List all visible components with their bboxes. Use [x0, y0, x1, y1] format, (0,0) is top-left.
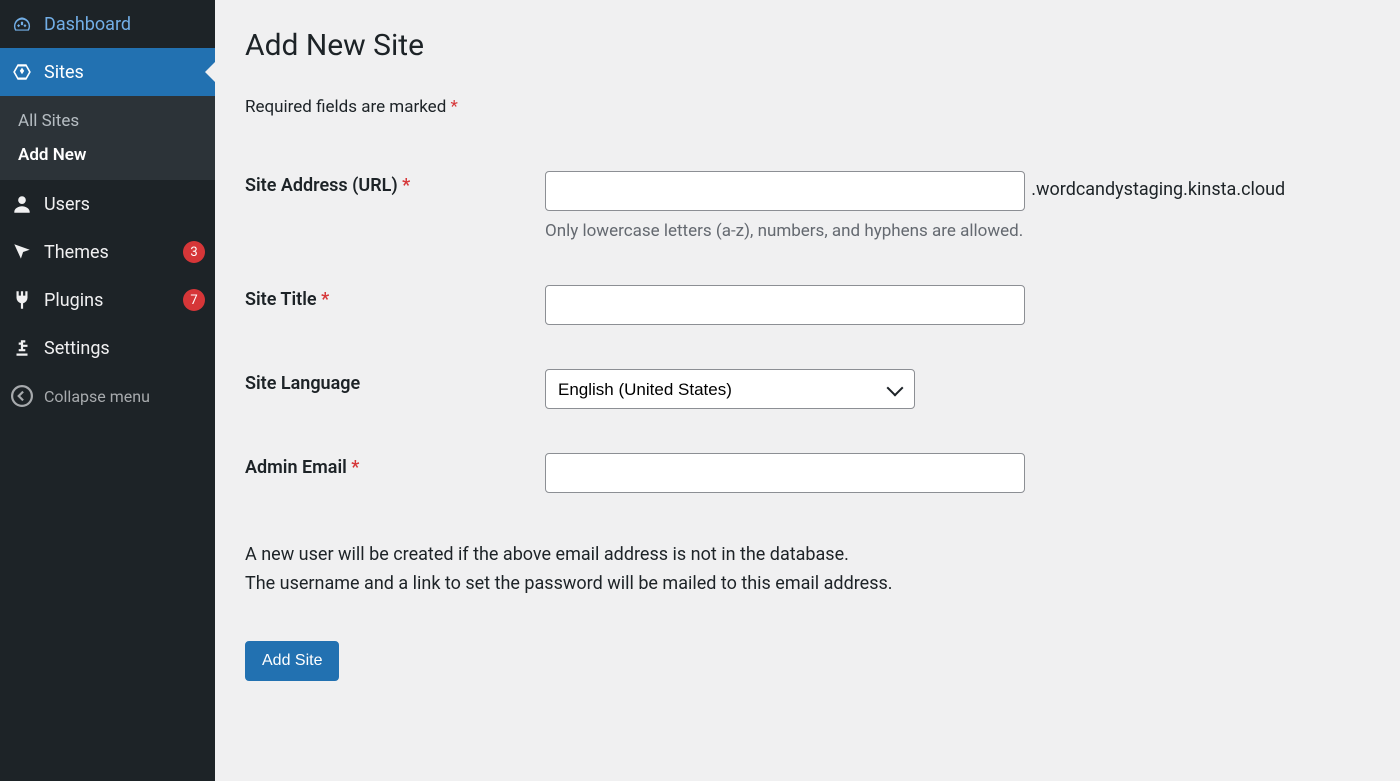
sidebar-item-label: Users [44, 194, 205, 215]
admin-sidebar: Dashboard Sites All Sites Add New Users [0, 0, 215, 781]
sidebar-submenu-sites: All Sites Add New [0, 96, 215, 180]
sidebar-item-settings[interactable]: Settings [0, 324, 215, 372]
site-language-select[interactable]: English (United States) [545, 369, 915, 409]
label-admin-email: Admin Email * [245, 437, 545, 521]
submenu-item-all-sites[interactable]: All Sites [0, 104, 215, 138]
page-title: Add New Site [245, 28, 1380, 63]
required-star: * [451, 97, 458, 117]
sidebar-item-dashboard[interactable]: Dashboard [0, 0, 215, 48]
sidebar-item-label: Plugins [44, 290, 171, 311]
info-block: A new user will be created if the above … [245, 541, 1380, 599]
required-note-text: Required fields are marked [245, 97, 446, 117]
collapse-label: Collapse menu [44, 387, 205, 406]
label-text: Admin Email [245, 457, 347, 478]
submenu-item-label: All Sites [18, 111, 79, 131]
users-icon [10, 192, 34, 216]
sidebar-item-plugins[interactable]: Plugins 7 [0, 276, 215, 324]
required-star: * [351, 457, 359, 478]
site-address-input[interactable] [545, 171, 1025, 211]
sidebar-item-label: Dashboard [44, 14, 205, 35]
domain-suffix: .wordcandystaging.kinsta.cloud [1031, 179, 1285, 200]
themes-icon [10, 240, 34, 264]
required-star: * [402, 175, 410, 196]
required-star: * [321, 289, 329, 310]
label-site-address: Site Address (URL) * [245, 155, 545, 269]
sidebar-item-sites[interactable]: Sites [0, 48, 215, 96]
label-site-language: Site Language [245, 353, 545, 437]
form-table: Site Address (URL) * .wordcandystaging.k… [245, 155, 1380, 521]
sidebar-item-label: Settings [44, 338, 205, 359]
plugins-icon [10, 288, 34, 312]
sidebar-item-collapse[interactable]: Collapse menu [0, 372, 215, 420]
info-line-2: The username and a link to set the passw… [245, 570, 1380, 599]
sidebar-item-users[interactable]: Users [0, 180, 215, 228]
admin-email-input[interactable] [545, 453, 1025, 493]
sidebar-item-label: Themes [44, 242, 171, 263]
collapse-icon [10, 384, 34, 408]
label-site-title: Site Title * [245, 269, 545, 353]
label-text: Site Language [245, 373, 360, 394]
sidebar-item-themes[interactable]: Themes 3 [0, 228, 215, 276]
add-site-button[interactable]: Add Site [245, 641, 339, 681]
themes-badge: 3 [183, 241, 205, 263]
main-content: Add New Site Required fields are marked … [215, 0, 1400, 781]
label-text: Site Title [245, 289, 317, 310]
plugins-badge: 7 [183, 289, 205, 311]
site-language-select-wrap: English (United States) [545, 369, 915, 409]
submenu-item-label: Add New [18, 145, 86, 165]
submenu-item-add-new[interactable]: Add New [0, 138, 215, 172]
info-line-1: A new user will be created if the above … [245, 541, 1380, 570]
site-address-help: Only lowercase letters (a-z), numbers, a… [545, 221, 1370, 241]
sidebar-item-label: Sites [44, 62, 205, 83]
label-text: Site Address (URL) [245, 175, 398, 196]
site-title-input[interactable] [545, 285, 1025, 325]
dashboard-icon [10, 12, 34, 36]
settings-icon [10, 336, 34, 360]
sites-icon [10, 60, 34, 84]
required-note: Required fields are marked * [245, 97, 1380, 117]
